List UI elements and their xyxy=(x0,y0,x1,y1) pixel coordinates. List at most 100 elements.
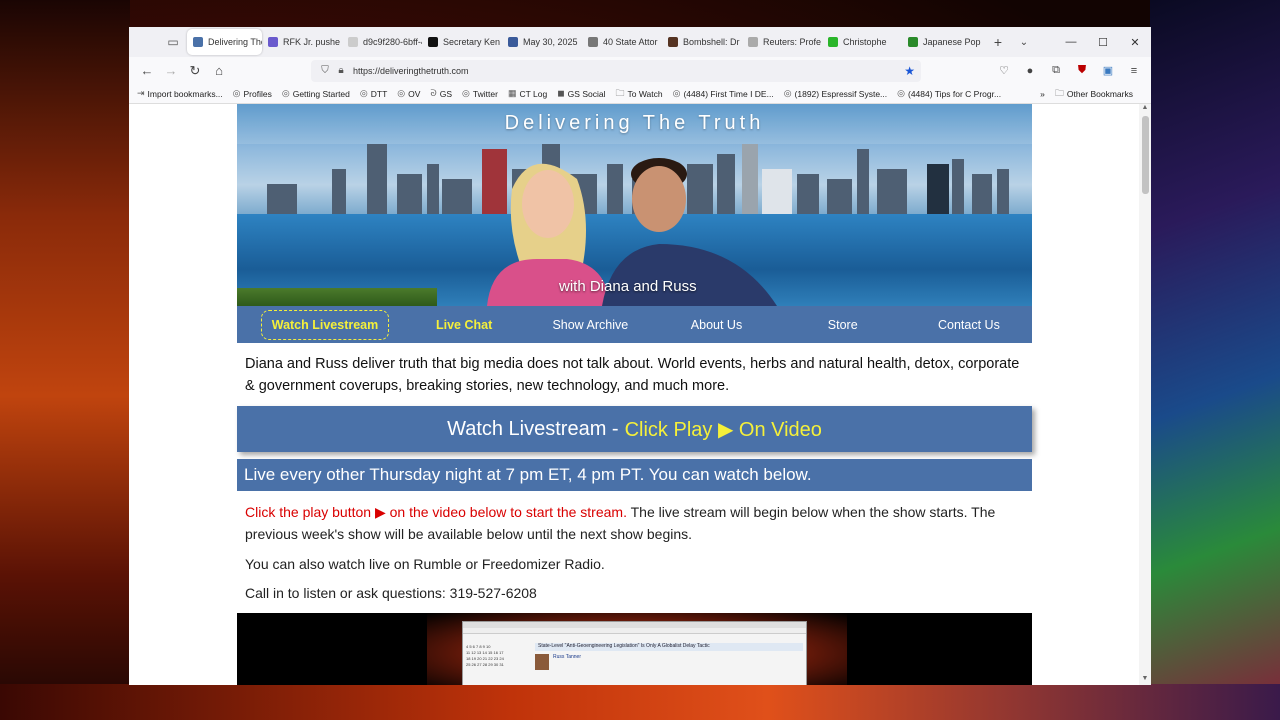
url-bar[interactable]: ⛉ 🔒︎ https://deliveringthetruth.com ★ xyxy=(311,59,921,82)
page-viewport: Delivering The Truth with Diana and Russ… xyxy=(129,104,1151,685)
bookmark-item[interactable]: ◎ Getting Started xyxy=(282,88,350,99)
maximize-button[interactable]: ☐ xyxy=(1087,27,1119,57)
shoreline xyxy=(237,288,437,306)
extensions-icon[interactable]: ⧉ xyxy=(1045,60,1067,82)
globe-icon: ◎ xyxy=(897,88,905,98)
scrollbar-thumb[interactable] xyxy=(1142,116,1149,194)
bookmarks-overflow-icon[interactable]: » xyxy=(1040,89,1045,99)
browser-tab[interactable]: Bombshell: Dr xyxy=(662,29,742,55)
also-watch-suffix: . xyxy=(600,556,605,572)
toolbar-icons: ♡ ● ⧉ ⛊ ▣ ≡ xyxy=(993,60,1145,82)
menu-item-live-chat[interactable]: Live Chat xyxy=(401,318,527,332)
watch-livestream-banner: Watch Livestream - Click Play ▶ On Video xyxy=(237,406,1032,452)
browser-tab[interactable]: Delivering The✕ xyxy=(187,29,262,55)
page-scrollbar[interactable]: ▲ ▼ xyxy=(1139,104,1151,685)
bookmark-item[interactable]: ◼ GS Social xyxy=(557,88,605,99)
tab-favicon-icon xyxy=(588,37,598,47)
browser-tab[interactable]: Christophe xyxy=(822,29,902,55)
call-in-info: Call in to listen or ask questions: 319-… xyxy=(237,575,1032,603)
video-player[interactable]: 4 5 6 7 8 9 10 11 12 13 14 15 16 17 18 19 … xyxy=(237,613,1032,685)
browser-tab[interactable]: Japanese Pop xyxy=(902,29,982,55)
menu-icon[interactable]: ≡ xyxy=(1123,60,1145,82)
tab-favicon-icon xyxy=(348,37,358,47)
url-text[interactable]: https://deliveringthetruth.com xyxy=(353,66,904,76)
tab-favicon-icon xyxy=(908,37,918,47)
menu-item-watch-livestream[interactable]: Watch Livestream xyxy=(261,309,389,340)
bookmark-item[interactable]: ▦ CT Log xyxy=(508,88,547,99)
bookmark-star-icon[interactable]: ★ xyxy=(904,64,915,78)
bookmark-label: Twitter xyxy=(472,88,498,99)
tab-strip: ▭ Delivering The✕RFK Jr. pushed9c9f280-6… xyxy=(129,27,1151,57)
bookmark-item[interactable]: 🗀︎ To Watch xyxy=(615,86,662,102)
ublock-icon[interactable]: ⛊ xyxy=(1071,60,1093,82)
bookmark-item[interactable]: ◎ (4484) First Time I DE... xyxy=(673,88,774,99)
tab-favicon-icon xyxy=(428,37,438,47)
globe-icon: ◎ xyxy=(672,88,681,98)
bookmark-item[interactable]: ◎ (4484) Tips for C Progr... xyxy=(897,88,1001,99)
other-bookmarks-label: Other Bookmarks xyxy=(1066,89,1133,99)
window-controls: — ☐ ✕ xyxy=(1055,27,1151,57)
desktop-background-left xyxy=(0,0,130,720)
bookmark-label: Profiles xyxy=(243,88,272,99)
chevron-down-icon[interactable]: ⌄ xyxy=(1014,37,1034,48)
bookmarks-bar: ⇥ Import bookmarks... ◎ Profiles ◎ Getting St… xyxy=(129,84,1151,104)
shield-icon[interactable]: ⛉ xyxy=(317,65,333,76)
new-tab-button[interactable]: + xyxy=(988,34,1008,50)
forward-button[interactable]: → xyxy=(159,60,183,82)
reload-button[interactable]: ↻ xyxy=(183,60,207,82)
browser-tab[interactable]: d9c9f280-6bff-41 xyxy=(342,29,422,55)
account-icon[interactable]: ● xyxy=(1019,60,1041,82)
tab-label: Reuters: Profe xyxy=(763,37,822,47)
menu-item-about-us[interactable]: About Us xyxy=(653,318,779,332)
browser-tab[interactable]: May 30, 2025 xyxy=(502,29,582,55)
browser-tab[interactable]: Secretary Ken xyxy=(422,29,502,55)
bookmark-label: DTT xyxy=(370,88,388,99)
rumble-link[interactable]: Rumble xyxy=(413,556,461,572)
menu-item-store[interactable]: Store xyxy=(780,318,906,332)
call-in-label: Call in to listen or ask questions: xyxy=(245,585,450,601)
tab-label: Secretary Ken xyxy=(443,37,501,47)
lock-icon[interactable]: 🔒︎ xyxy=(333,65,349,76)
bookmark-item[interactable]: ◎ OV xyxy=(397,88,420,99)
browser-tab[interactable]: Reuters: Profe xyxy=(742,29,822,55)
bookmark-item[interactable]: ◎ (1892) Espressif Syste... xyxy=(784,88,887,99)
tab-favicon-icon xyxy=(828,37,838,47)
globe-icon: ◎ xyxy=(359,88,368,98)
mastodon-icon: ◼ xyxy=(557,88,565,98)
ct-icon: ▦ xyxy=(507,88,517,98)
site-subtitle: with Diana and Russ xyxy=(559,278,697,295)
bookmark-label: (4484) First Time I DE... xyxy=(683,88,774,99)
hero-banner: Delivering The Truth with Diana and Russ xyxy=(237,104,1032,306)
extension-icon[interactable]: ▣ xyxy=(1097,60,1119,82)
other-bookmarks[interactable]: 🗀︎ Other Bookmarks xyxy=(1055,86,1133,102)
bookmark-label: GS Social xyxy=(567,88,606,99)
folder-icon: 🗀︎ xyxy=(615,87,625,98)
globe-icon: ◎ xyxy=(281,88,290,98)
bookmark-label: (1892) Espressif Syste... xyxy=(794,88,888,99)
bookmark-item[interactable]: ◎ Twitter xyxy=(462,88,498,99)
menu-item-show-archive[interactable]: Show Archive xyxy=(527,318,653,332)
bookmark-item[interactable]: ◎ DTT xyxy=(360,88,387,99)
site-title: Delivering The Truth xyxy=(504,112,765,134)
bookmark-item[interactable]: ⇥ Import bookmarks... xyxy=(137,88,223,99)
browser-tab[interactable]: RFK Jr. pushe xyxy=(262,29,342,55)
pocket-icon[interactable]: ♡ xyxy=(993,60,1015,82)
home-button[interactable]: ⌂ xyxy=(207,60,231,82)
menu-item-contact-us[interactable]: Contact Us xyxy=(906,318,1032,332)
close-window-button[interactable]: ✕ xyxy=(1119,27,1151,57)
tab-list-icon[interactable]: ▭ xyxy=(159,31,187,53)
scroll-down-icon[interactable]: ▼ xyxy=(1139,675,1151,685)
tab-label: Delivering The xyxy=(208,37,262,47)
live-schedule-banner: Live every other Thursday night at 7 pm … xyxy=(237,459,1032,491)
desktop-background-right xyxy=(1150,0,1280,720)
browser-tab[interactable]: 40 State Attor xyxy=(582,29,662,55)
minimize-button[interactable]: — xyxy=(1055,27,1087,57)
folder-icon: 🗀︎ xyxy=(1054,88,1064,98)
bookmark-label: Import bookmarks... xyxy=(147,88,223,99)
scroll-up-icon[interactable]: ▲ xyxy=(1139,104,1151,114)
freedomizer-radio-link[interactable]: Freedomizer Radio xyxy=(482,556,601,572)
bookmark-item[interactable]: ◎ Profiles xyxy=(233,88,272,99)
back-button[interactable]: ← xyxy=(135,60,159,82)
bookmark-item[interactable]: ᘐ GS xyxy=(430,88,452,99)
import-icon: ⇥ xyxy=(137,88,145,98)
